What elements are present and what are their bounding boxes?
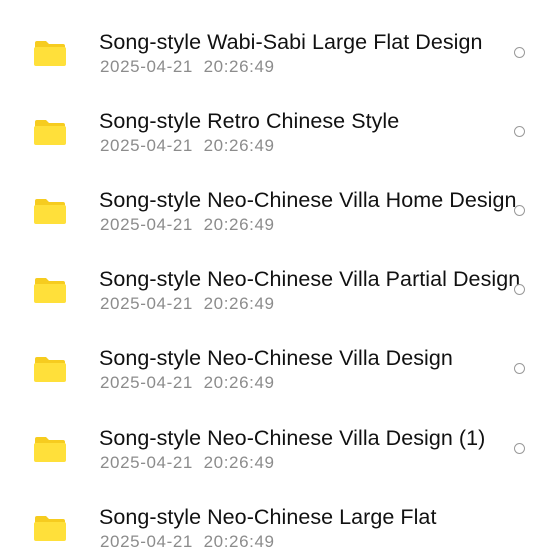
file-list: Song-style Wabi-Sabi Large Flat Design 2… — [0, 0, 560, 560]
file-date: 2025-04-21 20:26:49 — [100, 294, 275, 313]
select-radio[interactable] — [514, 47, 525, 58]
file-date: 2025-04-21 20:26:49 — [100, 215, 275, 234]
file-name: Song-style Neo-Chinese Villa Home Design — [99, 188, 517, 212]
file-name: Song-style Neo-Chinese Villa Design (1) — [99, 426, 486, 450]
folder-icon — [33, 277, 67, 304]
select-radio[interactable] — [514, 126, 525, 137]
file-row[interactable]: Song-style Neo-Chinese Villa Design (1) … — [0, 398, 560, 477]
file-row[interactable]: Song-style Neo-Chinese Villa Home Design… — [0, 160, 560, 239]
file-name: Song-style Retro Chinese Style — [99, 109, 400, 133]
file-name: Song-style Wabi-Sabi Large Flat Design — [99, 30, 483, 54]
file-name: Song-style Neo-Chinese Villa Partial Des… — [99, 267, 521, 291]
folder-icon — [33, 436, 67, 463]
select-radio[interactable] — [514, 363, 525, 374]
select-radio[interactable] — [514, 205, 525, 216]
folder-icon — [33, 356, 67, 383]
select-radio[interactable] — [514, 443, 525, 454]
file-date: 2025-04-21 20:26:49 — [100, 373, 275, 392]
file-date: 2025-04-21 20:26:49 — [100, 453, 275, 472]
file-row[interactable]: Song-style Neo-Chinese Villa Design 2025… — [0, 318, 560, 397]
file-name: Song-style Neo-Chinese Villa Design — [99, 346, 453, 370]
file-row[interactable]: Song-style Retro Chinese Style 2025-04-2… — [0, 81, 560, 160]
file-row[interactable]: Song-style Wabi-Sabi Large Flat Design 2… — [0, 2, 560, 81]
folder-icon — [33, 515, 67, 542]
file-date: 2025-04-21 20:26:49 — [100, 57, 275, 76]
folder-icon — [33, 198, 67, 225]
file-date: 2025-04-21 20:26:49 — [100, 136, 275, 155]
file-row[interactable]: Song-style Neo-Chinese Villa Partial Des… — [0, 239, 560, 318]
folder-icon — [33, 119, 67, 146]
file-row[interactable]: Song-style Neo-Chinese Large Flat 2025-0… — [0, 477, 560, 556]
select-radio[interactable] — [514, 284, 525, 295]
file-date: 2025-04-21 20:26:49 — [100, 532, 275, 551]
file-name: Song-style Neo-Chinese Large Flat — [99, 505, 437, 529]
folder-icon — [33, 40, 67, 67]
